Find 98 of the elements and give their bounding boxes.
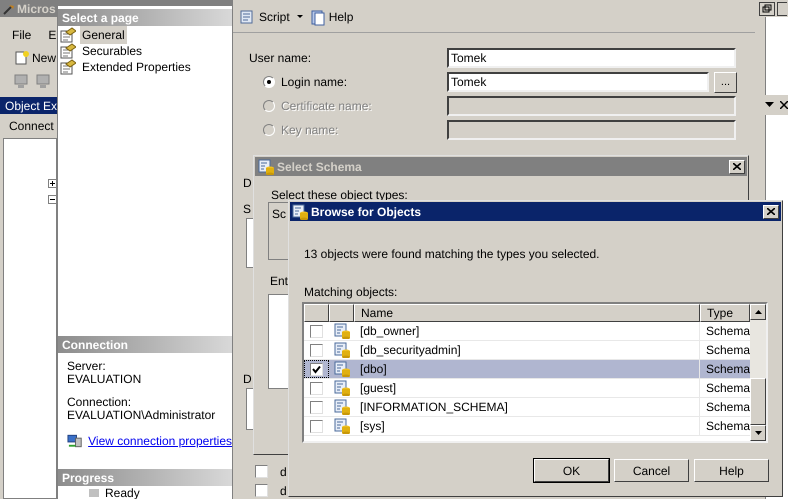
column-header[interactable] bbox=[329, 304, 354, 322]
list-item-text: d bbox=[280, 464, 287, 480]
field-label: Connection: bbox=[67, 396, 132, 409]
table-cell: [db_securityadmin] bbox=[354, 341, 700, 359]
table-row[interactable]: [db_securityadmin] Schema bbox=[304, 341, 750, 360]
menu-item[interactable]: File bbox=[12, 26, 32, 44]
list-item-text: Sc bbox=[272, 207, 286, 221]
scroll-thumb[interactable] bbox=[750, 378, 766, 425]
checkbox[interactable] bbox=[310, 362, 323, 376]
close-button[interactable] bbox=[729, 160, 745, 174]
name-field[interactable]: Tomek bbox=[447, 72, 709, 92]
up-arrow-icon bbox=[754, 310, 762, 314]
section-title: Progress bbox=[62, 470, 114, 486]
table-cell: [sys] bbox=[354, 417, 700, 435]
column-header[interactable]: Name bbox=[354, 304, 700, 322]
list-item-text: d bbox=[280, 482, 287, 499]
schema-icon bbox=[334, 399, 350, 415]
checkbox[interactable] bbox=[255, 484, 268, 497]
collapse-icon[interactable] bbox=[48, 195, 57, 204]
table-cell-text: Schema bbox=[705, 418, 750, 435]
schema-icon bbox=[334, 342, 350, 358]
table-cell-text: Schema bbox=[705, 342, 750, 359]
table-cell: [db_owner] bbox=[354, 322, 700, 340]
page-item[interactable]: General bbox=[80, 26, 127, 44]
table-cell: [guest] bbox=[354, 379, 700, 397]
schema-icon bbox=[334, 380, 350, 396]
checkbox[interactable] bbox=[255, 465, 268, 478]
progress-status: Ready bbox=[105, 486, 140, 498]
panel-title: Object Ex bbox=[5, 98, 58, 114]
option-label: Key name: bbox=[281, 122, 338, 139]
option-label: Login name: bbox=[281, 74, 348, 91]
field-label: Matching objects: bbox=[304, 285, 398, 299]
down-arrow-icon bbox=[754, 431, 762, 435]
schema-icon bbox=[292, 204, 308, 220]
checkbox[interactable] bbox=[310, 420, 323, 432]
table-cell-text: Schema bbox=[705, 323, 750, 340]
scrollbar[interactable] bbox=[750, 304, 766, 441]
dialog-button[interactable]: OK bbox=[534, 459, 609, 482]
field-label: D bbox=[243, 175, 252, 192]
schema-icon bbox=[334, 418, 350, 434]
table-row[interactable]: [sys] Schema bbox=[304, 417, 750, 436]
scroll-up-button[interactable] bbox=[750, 304, 766, 320]
script-button[interactable]: Script bbox=[238, 8, 290, 26]
connection-properties-link[interactable]: View connection properties bbox=[88, 432, 232, 450]
option-label: Certificate name: bbox=[281, 98, 372, 115]
browse-button[interactable]: ... bbox=[714, 72, 737, 92]
app-icon bbox=[3, 2, 15, 14]
close-button[interactable] bbox=[763, 204, 779, 218]
dialog-button[interactable]: Cancel bbox=[614, 459, 689, 482]
dropdown-icon[interactable] bbox=[765, 102, 774, 108]
table-cell-text: Schema bbox=[705, 399, 750, 416]
section-title: Select a page bbox=[62, 10, 139, 26]
new-query-button[interactable]: New bbox=[14, 49, 56, 67]
table-row[interactable]: [dbo] Schema bbox=[304, 360, 750, 379]
table-cell: [dbo] bbox=[354, 360, 700, 378]
help-icon bbox=[310, 8, 326, 26]
network-icon bbox=[67, 433, 84, 449]
server-name: EVALUATION bbox=[67, 373, 142, 386]
field-label: Select these object types: bbox=[271, 188, 409, 202]
table-row[interactable]: [db_owner] Schema bbox=[304, 322, 750, 341]
new-document-icon bbox=[14, 50, 30, 66]
table-row[interactable]: [INFORMATION_SCHEMA] Schema bbox=[304, 398, 750, 417]
checkbox[interactable] bbox=[310, 324, 323, 338]
dialog-button[interactable]: Help bbox=[694, 459, 769, 482]
message-text: 13 objects were found matching the types you selected. bbox=[304, 247, 601, 261]
checkbox[interactable] bbox=[310, 344, 323, 356]
table-cell-text: Schema bbox=[705, 380, 750, 397]
schema-icon bbox=[258, 158, 274, 174]
status-icon bbox=[88, 488, 100, 498]
expand-icon[interactable] bbox=[48, 179, 57, 188]
connect-button[interactable]: Connect bbox=[9, 117, 54, 135]
page-item[interactable]: Securables bbox=[80, 42, 144, 60]
table-row[interactable]: [guest] Schema bbox=[304, 379, 750, 398]
checkbox[interactable] bbox=[310, 400, 323, 414]
scroll-down-button[interactable] bbox=[750, 425, 766, 441]
table-cell-text: Schema bbox=[705, 361, 750, 378]
user-name-field[interactable]: Tomek bbox=[447, 48, 736, 68]
column-header[interactable] bbox=[304, 304, 329, 322]
field-label: S bbox=[243, 201, 252, 218]
schema-icon bbox=[334, 323, 350, 339]
column-header[interactable]: Type bbox=[700, 304, 750, 322]
field-label: User name: bbox=[249, 50, 312, 67]
dialog-title: Browse for Objects bbox=[311, 204, 422, 220]
connection-name: EVALUATION\Administrator bbox=[67, 409, 216, 422]
checkbox[interactable] bbox=[310, 382, 323, 394]
menu-item[interactable]: E bbox=[48, 26, 56, 44]
section-title: Connection bbox=[62, 336, 128, 354]
dialog-title: Select Schema bbox=[277, 158, 363, 176]
field-label: Server: bbox=[67, 360, 107, 373]
restore-icon[interactable] bbox=[759, 2, 775, 16]
page-item[interactable]: Extended Properties bbox=[80, 58, 193, 76]
field-label: D bbox=[243, 371, 252, 388]
radio-button[interactable] bbox=[263, 76, 275, 88]
schema-icon bbox=[334, 361, 350, 377]
help-button[interactable]: Help bbox=[310, 8, 354, 26]
table-cell: [INFORMATION_SCHEMA] bbox=[354, 398, 700, 416]
window-title: Micros bbox=[17, 0, 56, 18]
field-label: Ent bbox=[270, 273, 290, 290]
